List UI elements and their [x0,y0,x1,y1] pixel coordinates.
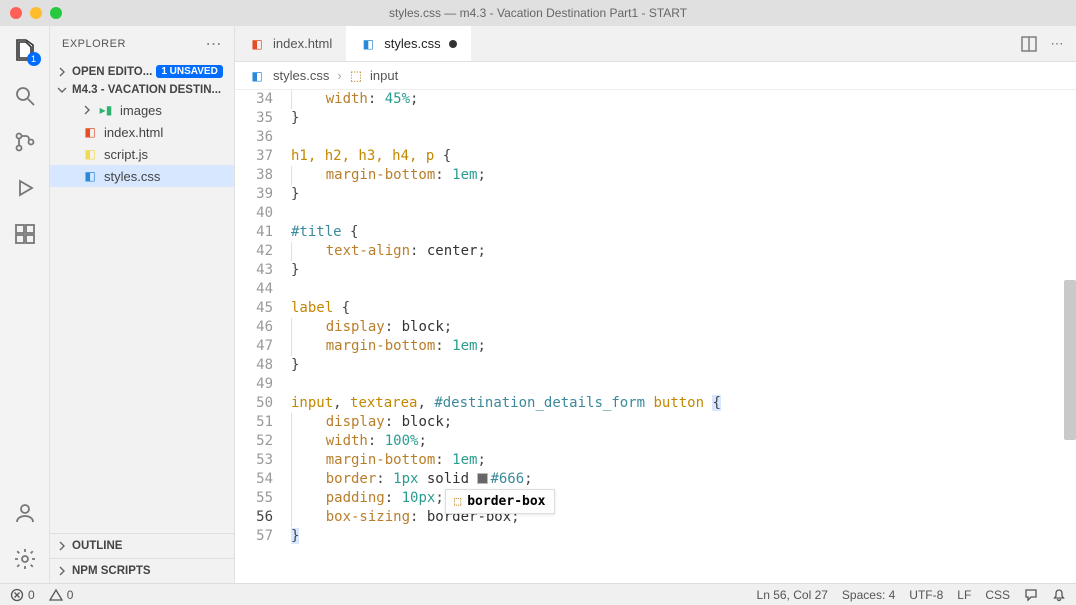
extensions-icon[interactable] [11,220,39,248]
tab-label: styles.css [384,36,440,51]
css-file-icon: ◧ [82,168,98,184]
activity-bar: 1 [0,26,50,583]
run-debug-icon[interactable] [11,174,39,202]
css-file-icon: ◧ [249,68,265,84]
tab-index-html[interactable]: ◧ index.html [235,26,346,61]
sidebar-more-icon[interactable]: ⋯ [206,34,223,54]
file-label: index.html [104,125,163,140]
titlebar: styles.css — m4.3 - Vacation Destination… [0,0,1076,26]
file-label: images [120,103,162,118]
file-tree: ▸▮ images ◧ index.html ◧ script.js ◧ sty… [50,99,234,533]
chevron-right-icon [56,565,68,577]
dirty-indicator-icon [449,40,457,48]
file-item-styles-css[interactable]: ◧ styles.css [50,165,234,187]
file-item-images[interactable]: ▸▮ images [50,99,234,121]
sidebar-title: EXPLORER [62,38,126,50]
tab-label: index.html [273,36,332,51]
chevron-right-icon [56,66,68,78]
window-title: styles.css — m4.3 - Vacation Destination… [0,6,1076,20]
chevron-down-icon [56,84,68,96]
status-encoding[interactable]: UTF-8 [909,588,943,602]
property-symbol-icon: ⬚ [454,492,461,511]
npm-scripts-label: NPM SCRIPTS [72,565,151,577]
chevron-right-icon: › [337,68,341,83]
editor-area: ◧ index.html ◧ styles.css ⋯ ◧ styles.css… [235,26,1076,583]
breadcrumb[interactable]: ◧ styles.css › ⬚ input [235,62,1076,90]
sidebar-header: EXPLORER ⋯ [50,26,234,62]
tab-styles-css[interactable]: ◧ styles.css [346,26,470,61]
status-bell-icon[interactable] [1052,588,1066,602]
settings-gear-icon[interactable] [11,545,39,573]
file-item-index-html[interactable]: ◧ index.html [50,121,234,143]
account-icon[interactable] [11,499,39,527]
outline-section[interactable]: OUTLINE [50,533,234,558]
explorer-badge: 1 [27,52,41,66]
code-editor[interactable]: 343536 373839 404142 434445 464748 49505… [235,90,1076,583]
html-file-icon: ◧ [82,124,98,140]
line-gutter: 343536 373839 404142 434445 464748 49505… [235,90,283,546]
source-control-icon[interactable] [11,128,39,156]
status-language[interactable]: CSS [985,588,1010,602]
file-label: script.js [104,147,148,162]
split-editor-icon[interactable] [1020,35,1038,53]
suggest-widget[interactable]: ⬚ border-box [445,489,555,514]
breadcrumb-file[interactable]: styles.css [273,68,329,83]
unsaved-badge: 1 UNSAVED [156,65,223,78]
minimap-scrollbar[interactable] [1064,280,1076,440]
search-icon[interactable] [11,82,39,110]
symbol-icon: ⬚ [350,68,362,84]
html-file-icon: ◧ [249,36,265,52]
explorer-icon[interactable]: 1 [11,36,39,64]
open-editors-label: OPEN EDITO... [72,66,152,78]
status-warnings[interactable]: 0 [49,588,74,602]
file-item-script-js[interactable]: ◧ script.js [50,143,234,165]
folder-icon: ▸▮ [98,102,114,118]
status-bar: 0 0 Ln 56, Col 27 Spaces: 4 UTF-8 LF CSS [0,583,1076,605]
chevron-right-icon [82,103,92,118]
breadcrumb-symbol[interactable]: input [370,68,398,83]
outline-label: OUTLINE [72,540,122,552]
css-file-icon: ◧ [360,36,376,52]
status-indentation[interactable]: Spaces: 4 [842,588,895,602]
js-file-icon: ◧ [82,146,98,162]
file-label: styles.css [104,169,160,184]
npm-scripts-section[interactable]: NPM SCRIPTS [50,558,234,583]
color-swatch-icon[interactable] [477,473,488,484]
folder-section[interactable]: M4.3 - VACATION DESTIN... [50,81,234,99]
status-feedback-icon[interactable] [1024,588,1038,602]
open-editors-section[interactable]: OPEN EDITO... 1 UNSAVED [50,62,234,81]
folder-name: M4.3 - VACATION DESTIN... [72,84,228,96]
status-errors[interactable]: 0 [10,588,35,602]
suggest-label: border-box [467,492,545,511]
code-lines[interactable]: width: 45%; } h1, h2, h3, h4, p { margin… [291,90,1076,546]
tab-bar: ◧ index.html ◧ styles.css ⋯ [235,26,1076,62]
editor-more-icon[interactable]: ⋯ [1048,35,1066,53]
explorer-sidebar: EXPLORER ⋯ OPEN EDITO... 1 UNSAVED M4.3 … [50,26,235,583]
status-eol[interactable]: LF [957,588,971,602]
chevron-right-icon [56,540,68,552]
status-cursor-position[interactable]: Ln 56, Col 27 [757,588,828,602]
